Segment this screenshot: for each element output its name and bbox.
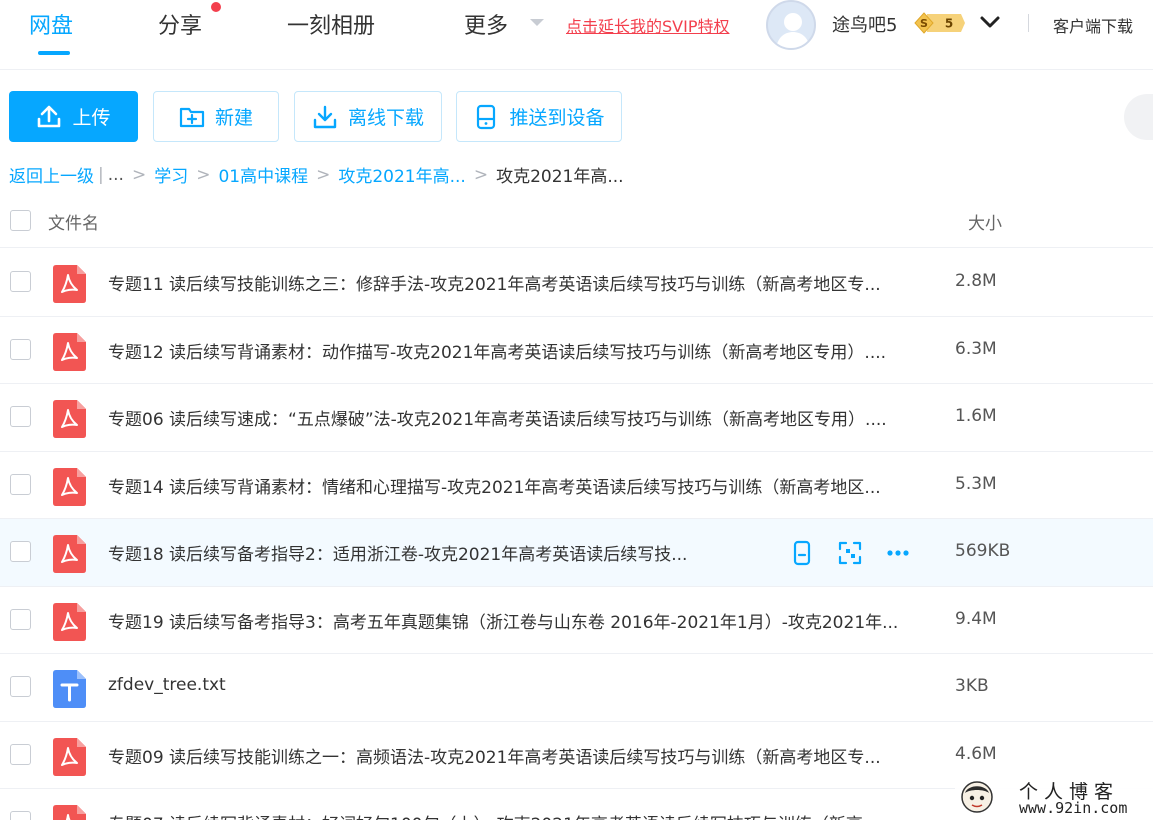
txt-file-icon bbox=[53, 670, 86, 708]
file-row[interactable]: 专题12 读后续写背诵素材：动作描写-攻克2021年高考英语读后续写技巧与训练（… bbox=[0, 317, 1153, 384]
file-size: 4.6M bbox=[955, 743, 997, 764]
svip-badge-icon: S 5 bbox=[914, 12, 965, 34]
svg-text:5: 5 bbox=[945, 17, 953, 31]
username[interactable]: 途鸟吧5 bbox=[832, 11, 897, 37]
file-row[interactable]: 专题14 读后续写背诵素材：情绪和心理描写-攻克2021年高考英语读后续写技巧与… bbox=[0, 452, 1153, 519]
breadcrumb-separator: > bbox=[196, 164, 211, 185]
caret-down-icon[interactable] bbox=[530, 19, 544, 26]
offline-download-button[interactable]: 离线下载 bbox=[294, 91, 442, 142]
file-row[interactable]: 专题11 读后续写技能训练之三：修辞手法-攻克2021年高考英语读后续写技巧与训… bbox=[0, 249, 1153, 317]
user-silhouette-icon bbox=[776, 13, 810, 48]
more-options-icon[interactable] bbox=[885, 540, 911, 566]
device-icon bbox=[477, 104, 496, 129]
watermark: 个人博客 www.92in.com bbox=[955, 774, 1153, 820]
file-name[interactable]: 专题12 读后续写背诵素材：动作描写-攻克2021年高考英语读后续写技巧与训练（… bbox=[108, 338, 886, 363]
breadcrumb-item[interactable]: 学习 bbox=[154, 162, 188, 187]
upload-button[interactable]: 上传 bbox=[9, 91, 138, 142]
breadcrumb-current: 攻克2021年高... bbox=[496, 167, 624, 187]
column-header-size[interactable]: 大小 bbox=[968, 209, 1002, 234]
file-size: 9.4M bbox=[955, 608, 997, 629]
push-label: 推送到设备 bbox=[509, 107, 605, 129]
column-header-name[interactable]: 文件名 bbox=[48, 209, 99, 234]
push-to-device-button[interactable]: 推送到设备 bbox=[456, 91, 622, 142]
top-nav: 网盘 分享 一刻相册 更多 点击延长我的SVIP特权 途鸟吧5 S 5 客户端下… bbox=[0, 0, 1153, 70]
netdisk-app: 网盘 分享 一刻相册 更多 点击延长我的SVIP特权 途鸟吧5 S 5 客户端下… bbox=[0, 0, 1153, 820]
nav-tab-netdisk[interactable]: 网盘 bbox=[29, 8, 73, 40]
file-name[interactable]: 专题07 读后续写背诵素材：好词好句100句（上）-攻克2021年高考英语读后续… bbox=[108, 810, 879, 820]
pdf-file-icon bbox=[53, 737, 86, 776]
nav-tab-share[interactable]: 分享 bbox=[158, 8, 202, 40]
download-icon bbox=[313, 105, 337, 128]
new-label: 新建 bbox=[214, 107, 253, 129]
file-name[interactable]: zfdev_tree.txt bbox=[108, 675, 226, 695]
pdf-file-icon bbox=[53, 265, 86, 303]
file-row[interactable]: zfdev_tree.txt 3KB bbox=[0, 654, 1153, 722]
folder-plus-icon bbox=[179, 107, 205, 127]
svip-renew-link[interactable]: 点击延长我的SVIP特权 bbox=[566, 13, 729, 37]
row-checkbox[interactable] bbox=[10, 743, 31, 765]
file-name[interactable]: 专题18 读后续写备考指导2：适用浙江卷-攻克2021年高考英语读后续写技... bbox=[108, 540, 687, 565]
file-name[interactable]: 专题11 读后续写技能训练之三：修辞手法-攻克2021年高考英语读后续写技巧与训… bbox=[108, 270, 881, 295]
pdf-file-icon bbox=[53, 805, 86, 820]
avatar[interactable] bbox=[766, 0, 816, 50]
file-row[interactable]: 专题18 读后续写备考指导2：适用浙江卷-攻克2021年高考英语读后续写技...… bbox=[0, 519, 1153, 587]
row-checkbox[interactable] bbox=[10, 608, 31, 630]
breadcrumb-item[interactable]: 攻克2021年高... bbox=[338, 162, 465, 187]
row-checkbox[interactable] bbox=[10, 406, 31, 427]
file-size: 1.6M bbox=[955, 406, 997, 426]
file-size: 3KB bbox=[955, 676, 989, 696]
row-checkbox[interactable] bbox=[10, 473, 31, 495]
file-list-header: 文件名 大小 bbox=[0, 196, 1153, 248]
search-box[interactable] bbox=[1124, 94, 1153, 140]
file-name[interactable]: 专题19 读后续写备考指导3：高考五年真题集锦（浙江卷与山东卷 2016年-20… bbox=[108, 608, 898, 633]
pdf-file-icon bbox=[53, 332, 86, 371]
file-row[interactable]: 专题06 读后续写速成：“五点爆破”法-攻克2021年高考英语读后续写技巧与训练… bbox=[0, 384, 1153, 452]
breadcrumb-separator: > bbox=[316, 164, 331, 185]
share-qr-icon[interactable] bbox=[837, 540, 863, 566]
file-row[interactable]: 专题19 读后续写备考指导3：高考五年真题集锦（浙江卷与山东卷 2016年-20… bbox=[0, 587, 1153, 654]
breadcrumb-separator: > bbox=[473, 164, 489, 185]
file-name[interactable]: 专题09 读后续写技能训练之一：高频语法-攻克2021年高考英语读后续写技巧与训… bbox=[108, 743, 881, 768]
upload-label: 上传 bbox=[72, 107, 111, 129]
breadcrumb: 返回上一级 | ... > 学习 > 01高中课程 > 攻克2021年高... … bbox=[9, 162, 624, 188]
offline-label: 离线下载 bbox=[347, 107, 424, 129]
file-name[interactable]: 专题14 读后续写背诵素材：情绪和心理描写-攻克2021年高考英语读后续写技巧与… bbox=[108, 473, 881, 498]
notification-dot bbox=[211, 2, 221, 12]
file-size: 2.8M bbox=[955, 271, 997, 291]
pdf-file-icon bbox=[53, 467, 86, 506]
row-checkbox[interactable] bbox=[10, 676, 31, 697]
file-name[interactable]: 专题06 读后续写速成：“五点爆破”法-攻克2021年高考英语读后续写技巧与训练… bbox=[108, 405, 887, 430]
back-link[interactable]: 返回上一级 bbox=[9, 162, 94, 187]
row-checkbox[interactable] bbox=[10, 338, 31, 360]
client-download-link[interactable]: 客户端下载 bbox=[1053, 13, 1133, 37]
file-size: 5.3M bbox=[955, 473, 997, 494]
file-size: 6.3M bbox=[955, 338, 997, 359]
nav-tab-album[interactable]: 一刻相册 bbox=[287, 8, 375, 40]
pdf-file-icon bbox=[53, 535, 86, 573]
watermark-url: www.92in.com bbox=[1019, 799, 1128, 817]
push-to-device-icon[interactable] bbox=[789, 540, 815, 566]
row-checkbox[interactable] bbox=[10, 811, 31, 820]
nav-divider bbox=[1028, 14, 1029, 32]
new-folder-button[interactable]: 新建 bbox=[153, 91, 279, 142]
nav-tab-more[interactable]: 更多 bbox=[464, 8, 508, 40]
upload-icon bbox=[38, 105, 61, 127]
svg-text:S: S bbox=[920, 17, 928, 30]
svip-level-badge: S 5 bbox=[913, 12, 965, 34]
blog-logo-icon bbox=[961, 781, 993, 813]
pdf-file-icon bbox=[53, 400, 86, 438]
row-checkbox[interactable] bbox=[10, 541, 31, 562]
chevron-down-icon[interactable] bbox=[979, 11, 1001, 33]
breadcrumb-divider: | bbox=[98, 164, 104, 185]
file-list: 专题11 读后续写技能训练之三：修辞手法-攻克2021年高考英语读后续写技巧与训… bbox=[0, 249, 1153, 820]
row-checkbox[interactable] bbox=[10, 271, 31, 292]
active-tab-indicator bbox=[38, 51, 70, 55]
breadcrumb-item[interactable]: 01高中课程 bbox=[218, 162, 308, 187]
breadcrumb-separator: > bbox=[131, 164, 147, 185]
breadcrumb-ellipsis[interactable]: ... bbox=[108, 165, 124, 185]
file-size: 569KB bbox=[955, 541, 1011, 561]
pdf-file-icon bbox=[53, 602, 86, 641]
select-all-checkbox[interactable] bbox=[10, 210, 31, 231]
